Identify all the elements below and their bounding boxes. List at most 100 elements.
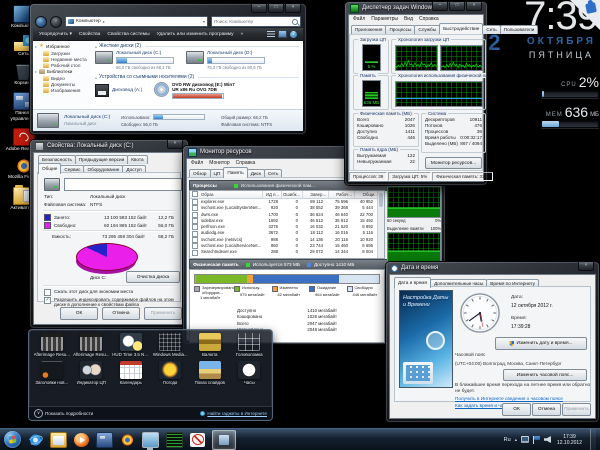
taskbar-icon-gadgets[interactable] (212, 429, 236, 450)
process-checkbox[interactable] (192, 224, 198, 231)
maximize-button[interactable]: □ (449, 2, 465, 11)
taskbar-icon-cpu-widget[interactable] (166, 431, 183, 448)
taskbar-icon-display[interactable] (142, 431, 159, 450)
cancel-button[interactable]: Отмена (532, 403, 561, 416)
close-button[interactable]: × (167, 140, 183, 149)
process-checkbox[interactable] (192, 218, 198, 225)
column-header[interactable]: ИД п... (263, 191, 282, 198)
gadget-afterimage[interactable]: Afterimage Resu... (32, 333, 72, 357)
table-scrollbar[interactable] (377, 191, 384, 258)
menu-item[interactable]: Параметры (371, 16, 398, 22)
group-header-hdd[interactable]: ▴ Жесткие диски (2) (95, 43, 299, 49)
column-header[interactable]: Образ (200, 191, 263, 198)
column-header[interactable]: Ошибк... (282, 191, 303, 198)
apply-button[interactable]: Применить (144, 307, 182, 320)
find-gadgets-online-link[interactable]: Найти гаджеты в Интернете (200, 411, 267, 416)
puzzle-piece-icon[interactable] (585, 2, 597, 14)
floppy-drive-item[interactable]: Дисковод (A:) (95, 82, 142, 99)
close-button[interactable]: × (578, 262, 594, 271)
gadget-hud-time[interactable]: HUD Time 3.5 Ne... (111, 333, 151, 357)
forward-button[interactable]: › (50, 15, 62, 28)
process-checkbox[interactable] (192, 249, 198, 256)
column-header[interactable]: Завер... (303, 191, 329, 198)
explorer-toolbar-item[interactable]: Свойства (79, 32, 100, 37)
language-indicator[interactable]: Ru (504, 437, 511, 443)
index-checkbox[interactable]: ✓ (44, 297, 51, 304)
dvd-drive-item[interactable]: DVD RW дисковод (E:) Win7 UR x86 Ru OVG … (154, 82, 240, 99)
taskbar-icon-ie[interactable] (28, 432, 43, 447)
cpu-meter-gadget[interactable]: CPU 2% (541, 75, 599, 98)
tab-Быстродействие[interactable]: Быстродействие (439, 23, 484, 34)
column-header[interactable]: Рабоч... (329, 191, 355, 198)
maximize-button[interactable]: □ (268, 4, 284, 13)
explorer-toolbar-item[interactable]: » (241, 32, 244, 37)
close-button[interactable]: × (285, 4, 301, 13)
process-checkbox[interactable] (192, 205, 198, 212)
tab-Приложения[interactable]: Приложения (351, 25, 387, 34)
gadget-weather[interactable]: Погода (151, 361, 191, 385)
menu-item[interactable]: Файл (191, 160, 203, 166)
start-button[interactable] (4, 431, 21, 448)
sidebar-group-favorites[interactable]: ▸ ★ Избранное (33, 43, 91, 50)
compress-checkbox-row[interactable]: Сжать этот диск для экономии места (44, 289, 182, 296)
views-icon[interactable] (267, 31, 275, 37)
close-button[interactable]: × (466, 2, 482, 11)
tab-Память[interactable]: Память (223, 167, 248, 178)
tab-Службы[interactable]: Службы (414, 25, 441, 34)
menu-item[interactable]: Файл (353, 16, 365, 22)
gadget-clock[interactable]: Часы (230, 361, 270, 385)
network-tray-icon[interactable] (520, 436, 529, 443)
gadget-wmp[interactable]: Windows Media... (151, 333, 191, 357)
help-icon[interactable]: ? (290, 30, 297, 38)
sidebar-group-libraries[interactable]: ▸ Библиотеки (33, 68, 91, 75)
taskbar-clock[interactable]: 17:39 12.10.2012 (555, 434, 584, 446)
preview-pane-icon[interactable] (278, 30, 287, 38)
sidebar-item[interactable]: Изображения (33, 87, 91, 93)
taskbar-icon-explorer[interactable] (50, 431, 67, 448)
process-row[interactable]: SearchIndexer.exe288029 07214 3448 0046 … (190, 249, 384, 256)
tab-Процессы[interactable]: Процессы (385, 25, 416, 34)
tab-Дата и время[interactable]: Дата и время (394, 277, 432, 288)
tab-Общие[interactable]: Общие (38, 163, 62, 174)
process-checkbox[interactable] (192, 236, 198, 243)
taskbar-icon-firefox[interactable] (120, 432, 135, 447)
process-checkbox[interactable] (192, 230, 198, 237)
select-all-checkbox[interactable] (192, 191, 198, 197)
gadget-news[interactable]: Заголовки нов... (32, 361, 72, 385)
explorer-toolbar-item[interactable]: Упорядочить ▾ (39, 31, 72, 37)
cancel-button[interactable]: Отмена (102, 307, 140, 320)
explorer-toolbar-item[interactable]: Удалить или изменить программу (157, 32, 234, 37)
tab-Сеть[interactable]: Сеть (482, 25, 501, 34)
change-datetime-button[interactable]: Изменить дату и время... (495, 337, 587, 350)
menu-item[interactable]: Монитор (209, 160, 229, 166)
drive-item[interactable]: Локальный диск (C:) 56,0 ГБ свободно из 6… (95, 51, 174, 70)
volume-icon[interactable] (543, 436, 551, 443)
menu-item[interactable]: Справка (236, 160, 256, 166)
volume-label-input[interactable] (64, 178, 182, 191)
mem-meter-gadget[interactable]: MEM 636 МБ (541, 105, 599, 128)
resource-monitor-button[interactable]: Монитор ресурсов... (425, 157, 482, 169)
ok-button[interactable]: ОК (60, 307, 98, 320)
explorer-toolbar-item[interactable]: Свойства системы (107, 32, 149, 37)
minimize-button[interactable]: – (251, 4, 267, 13)
disk-properties-titlebar[interactable]: Свойства: Локальный диск (C:) (30, 140, 188, 152)
gadget-puzzle[interactable]: Головоломка (230, 333, 270, 357)
menu-item[interactable]: Вид (404, 16, 413, 22)
tab-Пользователи[interactable]: Пользователи (499, 25, 539, 34)
gadget-afterimage2[interactable]: Afterimage Resu... (72, 333, 112, 357)
apply-button[interactable]: Применить (562, 403, 591, 416)
menu-item[interactable]: Справка (419, 16, 439, 22)
taskbar-icon-blocked[interactable] (190, 432, 205, 447)
timezone-info-link[interactable]: Получить в Интернете сведения о часовом … (455, 396, 563, 401)
taskbar-icon-control-panel[interactable] (96, 431, 113, 448)
gadget-slideshow[interactable]: Показ слайдов (190, 361, 230, 385)
compress-checkbox[interactable] (44, 289, 51, 296)
show-details-link[interactable]: ∨ Показать подробности (34, 409, 93, 418)
date-time-titlebar[interactable]: Дата и время (386, 262, 599, 274)
drive-item[interactable]: Локальный диск (D:) 75,3 ГБ свободно из 8… (186, 51, 265, 70)
minimize-button[interactable]: – (432, 2, 448, 11)
back-button[interactable]: ‹ (35, 15, 47, 28)
process-checkbox[interactable] (192, 199, 198, 206)
gadget-calendar[interactable]: Календарь (111, 361, 151, 385)
action-center-icon[interactable] (532, 435, 540, 444)
